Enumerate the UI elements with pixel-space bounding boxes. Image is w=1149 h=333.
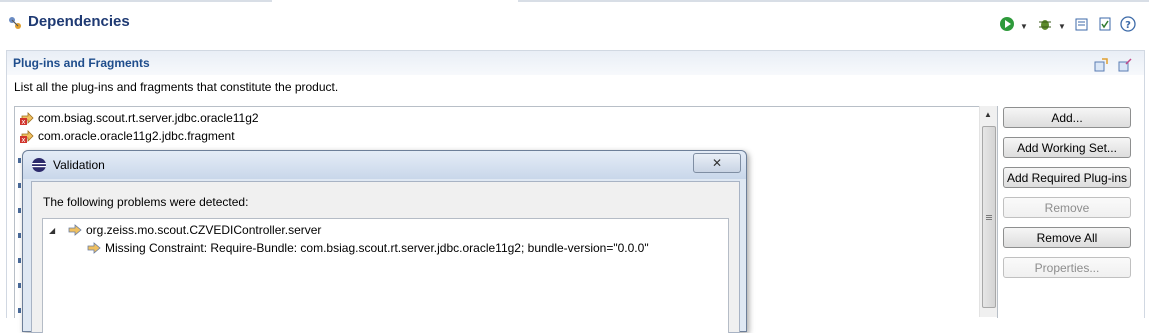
- close-icon: ✕: [711, 156, 723, 170]
- svg-text:?: ?: [1125, 20, 1131, 31]
- plugin-error-icon: x: [20, 112, 34, 126]
- page-title: Dependencies: [28, 13, 130, 30]
- close-button[interactable]: ✕: [693, 153, 741, 173]
- list-scrollbar[interactable]: ▲: [979, 106, 997, 317]
- validate-icon[interactable]: [1097, 16, 1113, 32]
- add-button[interactable]: Add...: [1003, 107, 1131, 128]
- properties-button[interactable]: Properties...: [1003, 257, 1131, 278]
- validation-dialog: Validation ✕ The following problems were…: [22, 150, 747, 333]
- list-item-marker: [18, 258, 21, 263]
- tree-child-item[interactable]: Missing Constraint: Require-Bundle: com.…: [86, 239, 649, 257]
- add-required-plugins-button[interactable]: Add Required Plug-ins: [1003, 167, 1131, 188]
- expand-arrow-icon[interactable]: ◢: [49, 226, 61, 235]
- help-icon[interactable]: ?: [1120, 16, 1136, 32]
- list-item-marker: [18, 308, 21, 313]
- editor-header: Dependencies ▼ ▼ ?: [0, 3, 1149, 41]
- dialog-titlebar[interactable]: Validation ✕: [23, 151, 746, 179]
- debug-icon[interactable]: [1037, 16, 1053, 32]
- plugin-icon: [68, 224, 82, 236]
- export-icon[interactable]: [1074, 16, 1090, 32]
- tab-strip-left: [0, 0, 272, 2]
- list-item-marker: [18, 183, 21, 188]
- remove-button[interactable]: Remove: [1003, 197, 1131, 218]
- section-description: List all the plug-ins and fragments that…: [14, 80, 339, 94]
- expand-all-icon[interactable]: [1093, 57, 1109, 73]
- eclipse-icon: [32, 158, 46, 172]
- list-item-marker: [18, 283, 21, 288]
- run-dropdown-icon[interactable]: ▼: [1020, 22, 1028, 31]
- dependencies-icon: [9, 17, 21, 29]
- svg-text:x: x: [21, 118, 25, 126]
- tree-root-item[interactable]: ◢ org.zeiss.mo.scout.CZVEDIController.se…: [49, 221, 321, 239]
- list-item-label: com.bsiag.scout.rt.server.jdbc.oracle11g…: [38, 111, 259, 125]
- list-item-marker: [18, 233, 21, 238]
- scrollbar-grip-icon: [986, 215, 992, 216]
- add-working-set-button[interactable]: Add Working Set...: [1003, 137, 1131, 158]
- section-header: Plug-ins and Fragments: [7, 51, 1144, 75]
- constraint-icon: [87, 242, 101, 254]
- list-item-marker: [18, 158, 21, 163]
- collapse-all-icon[interactable]: [1117, 57, 1133, 73]
- tree-child-label: Missing Constraint: Require-Bundle: com.…: [105, 241, 649, 255]
- dialog-message: The following problems were detected:: [43, 195, 249, 209]
- scroll-up-icon[interactable]: ▲: [984, 110, 992, 119]
- problems-tree[interactable]: ◢ org.zeiss.mo.scout.CZVEDIController.se…: [42, 218, 729, 333]
- fragment-error-icon: x: [20, 130, 34, 144]
- remove-all-button[interactable]: Remove All: [1003, 227, 1131, 248]
- debug-dropdown-icon[interactable]: ▼: [1058, 22, 1066, 31]
- dialog-title: Validation: [53, 158, 105, 172]
- list-item[interactable]: x com.oracle.oracle11g2.jdbc.fragment: [19, 127, 235, 145]
- list-item-marker: [18, 208, 21, 213]
- scrollbar-thumb[interactable]: [982, 126, 996, 308]
- list-item-label: com.oracle.oracle11g2.jdbc.fragment: [38, 129, 235, 143]
- section-title: Plug-ins and Fragments: [13, 56, 150, 70]
- run-icon[interactable]: [999, 16, 1015, 32]
- svg-text:x: x: [21, 136, 25, 144]
- tree-root-label: org.zeiss.mo.scout.CZVEDIController.serv…: [86, 223, 322, 237]
- tab-strip-right: [518, 0, 1149, 2]
- list-item[interactable]: x com.bsiag.scout.rt.server.jdbc.oracle1…: [19, 109, 259, 127]
- dialog-body: The following problems were detected: ◢ …: [31, 181, 740, 333]
